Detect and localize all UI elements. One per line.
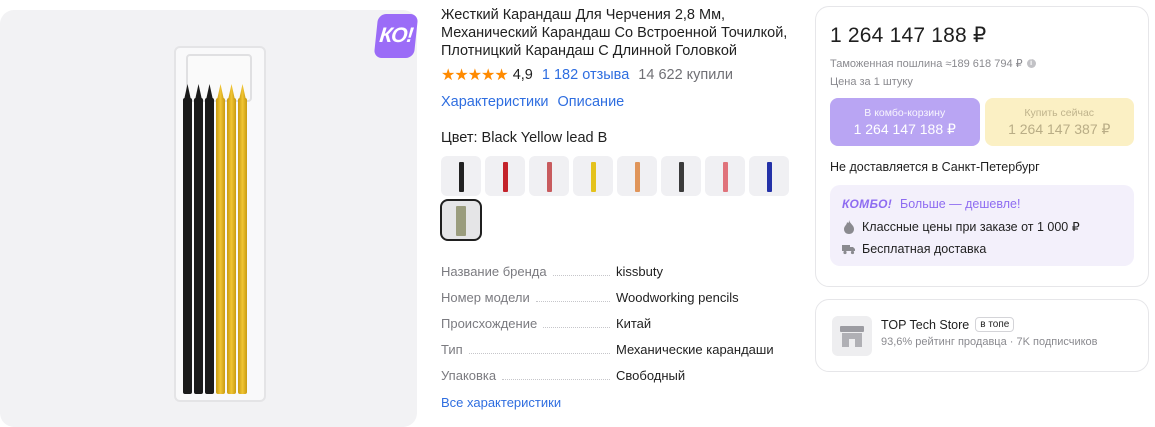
- swatch-thumbnail: [767, 162, 772, 192]
- swatch-red-pencil[interactable]: [485, 156, 525, 196]
- add-to-combo-cart-button[interactable]: В комбо-корзину 1 264 147 188 ₽: [830, 98, 980, 146]
- swatch-thumbnail: [547, 162, 552, 192]
- combo-button-caption: В комбо-корзину: [864, 106, 946, 119]
- swatch-blue-pencil[interactable]: [749, 156, 789, 196]
- seller-card[interactable]: TOP Tech Store в топе 93,6% рейтинг прод…: [815, 299, 1149, 372]
- swatch-thumbnail: [503, 162, 508, 192]
- swatch-thumbnail: [723, 162, 728, 192]
- star-rating-icon: ★★★★★: [441, 67, 509, 84]
- swatch-dark-lead[interactable]: [661, 156, 701, 196]
- store-icon: [832, 316, 872, 356]
- all-specs-link[interactable]: Все характеристики: [441, 395, 791, 410]
- specs-list: Название бренда kissbuty Номер модели Woodw…: [441, 264, 791, 394]
- description-link[interactable]: Описание: [558, 94, 625, 110]
- product-info: Жесткий Карандаш Для Черчения 2,8 Мм, Ме…: [440, 6, 793, 410]
- delivery-status: Не доставляется в Санкт-Петербург: [830, 160, 1040, 174]
- color-label: Цвет: Black Yellow lead B: [441, 130, 608, 146]
- spec-key: Упаковка: [441, 368, 497, 383]
- customs-duty: Таможенная пошлина ≈189 618 794 ₽ i: [830, 57, 1134, 70]
- swatch-yellow-pencil[interactable]: [573, 156, 613, 196]
- characteristics-link[interactable]: Характеристики: [441, 94, 549, 110]
- swatch-black-pencil[interactable]: [441, 156, 481, 196]
- swatch-pink-lead[interactable]: [705, 156, 745, 196]
- spec-key-wrap: Происхождение: [441, 316, 616, 331]
- spec-key-wrap: Тип: [441, 342, 616, 357]
- combo-line-prices: Классные цены при заказе от 1 000 ₽: [862, 220, 1080, 234]
- buy-button-amount: 1 264 147 387 ₽: [1008, 120, 1111, 137]
- pencil-black-3: [205, 98, 214, 394]
- seller-name[interactable]: TOP Tech Store: [881, 318, 969, 332]
- info-icon[interactable]: i: [1026, 59, 1036, 68]
- ko-badge: КО!: [373, 14, 419, 58]
- pencil-yellow-1: [216, 98, 225, 394]
- pencil-black-1: [183, 98, 192, 394]
- top-seller-badge: в топе: [975, 317, 1015, 332]
- spec-row: Тип Механические карандаши: [441, 342, 791, 368]
- spec-dots: [543, 327, 610, 328]
- seller-meta: 93,6% рейтинг продавца · 7K подписчиков: [881, 336, 1098, 348]
- spec-row: Происхождение Китай: [441, 316, 791, 342]
- rating-row: ★★★★★ 4,9 1 182 отзыва 14 622 купили: [441, 66, 791, 84]
- rating-value: 4,9: [512, 67, 533, 83]
- spec-key-wrap: Упаковка: [441, 368, 616, 383]
- spec-dots: [535, 301, 610, 302]
- customs-duty-text: Таможенная пошлина ≈189 618 794 ₽: [830, 58, 1023, 70]
- spec-row: Упаковка Свободный: [441, 368, 791, 394]
- combo-logo: КОМБО!: [842, 197, 893, 211]
- swatch-orange-lead[interactable]: [617, 156, 657, 196]
- section-links: Характеристики Описание: [441, 94, 791, 110]
- combo-line-delivery: Бесплатная доставка: [862, 242, 987, 256]
- spec-key: Номер модели: [441, 290, 530, 305]
- color-swatches: [440, 156, 793, 241]
- buy-button-caption: Купить сейчас: [1024, 106, 1095, 119]
- spec-value: Китай: [616, 316, 652, 331]
- combo-headline: Больше — дешевле!: [900, 197, 1021, 211]
- buy-buttons: В комбо-корзину 1 264 147 188 ₽ Купить с…: [830, 98, 1134, 146]
- spec-dots: [552, 275, 610, 276]
- pencil-yellow-2: [227, 98, 236, 394]
- price: 1 264 147 188 ₽: [830, 24, 987, 47]
- spec-value: Свободный: [616, 368, 686, 383]
- spec-dots: [468, 353, 610, 354]
- swatch-red-lead[interactable]: [529, 156, 569, 196]
- spec-key: Название бренда: [441, 264, 547, 279]
- pencil-black-2: [194, 98, 203, 394]
- buy-now-button[interactable]: Купить сейчас 1 264 147 387 ₽: [984, 98, 1134, 146]
- spec-value: Механические карандаши: [616, 342, 774, 357]
- product-image-panel[interactable]: [0, 10, 417, 427]
- spec-row: Номер модели Woodworking pencils: [441, 290, 791, 316]
- spec-key: Происхождение: [441, 316, 538, 331]
- truck-icon: [842, 242, 856, 256]
- price-per-unit: Цена за 1 штуку: [830, 76, 913, 88]
- reviews-link[interactable]: 1 182 отзыва: [542, 67, 629, 83]
- swatch-thumbnail: [635, 162, 640, 192]
- fire-icon: [842, 219, 856, 234]
- product-title: Жесткий Карандаш Для Черчения 2,8 Мм, Ме…: [441, 7, 788, 59]
- swatch-black-yellow-lead[interactable]: [440, 199, 482, 241]
- spec-value: kissbuty: [616, 264, 663, 279]
- swatch-thumbnail: [459, 162, 464, 192]
- combo-promo[interactable]: КОМБО! Больше — дешевле! Классные цены п…: [830, 185, 1134, 266]
- spec-dots: [502, 379, 610, 380]
- spec-value: Woodworking pencils: [616, 290, 739, 305]
- combo-button-amount: 1 264 147 188 ₽: [853, 120, 956, 137]
- swatch-thumbnail: [591, 162, 596, 192]
- buy-box: 1 264 147 188 ₽ Таможенная пошлина ≈189 …: [815, 6, 1149, 287]
- pencil-yellow-3: [238, 98, 247, 394]
- swatch-thumbnail: [456, 206, 466, 236]
- swatch-thumbnail: [679, 162, 684, 192]
- spec-key: Тип: [441, 342, 463, 357]
- bought-count: 14 622 купили: [638, 67, 733, 83]
- spec-row: Название бренда kissbuty: [441, 264, 791, 290]
- spec-key-wrap: Номер модели: [441, 290, 616, 305]
- spec-key-wrap: Название бренда: [441, 264, 616, 279]
